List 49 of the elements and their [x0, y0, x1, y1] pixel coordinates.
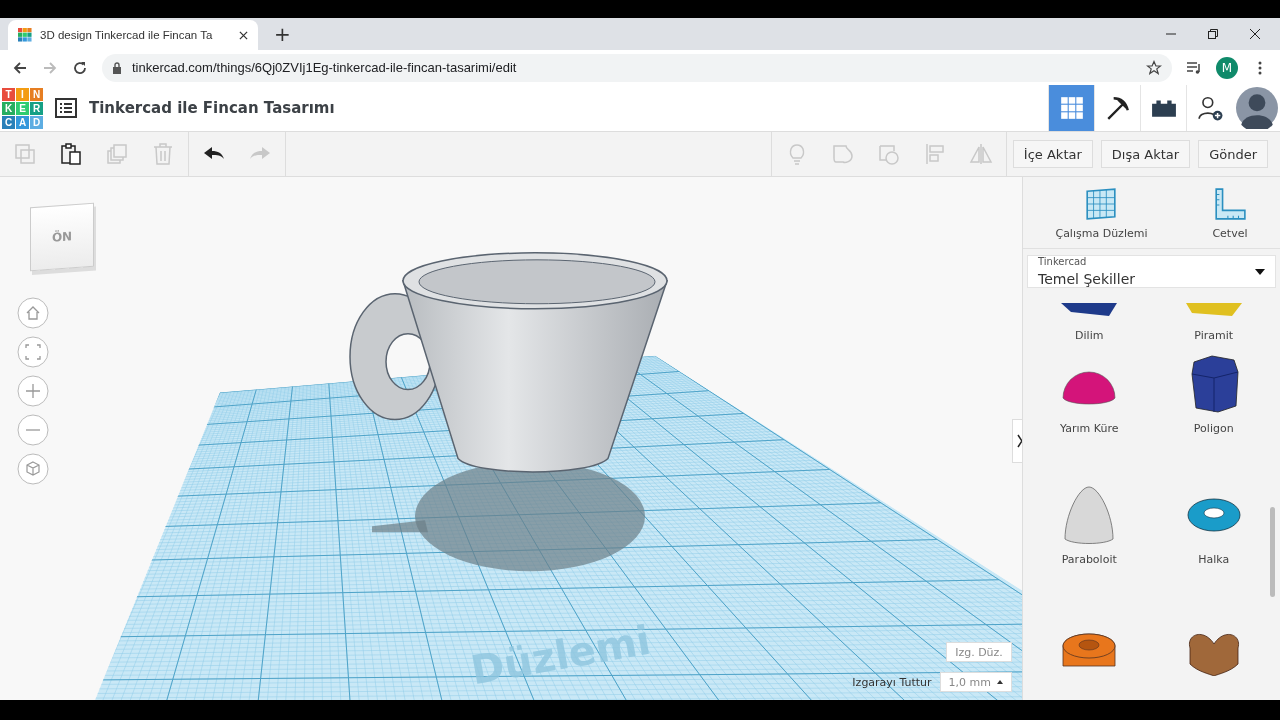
caret-up-icon — [997, 680, 1003, 684]
tinkercad-favicon-icon — [18, 28, 32, 42]
profile-avatar[interactable]: M — [1216, 56, 1238, 79]
edit-grid-button[interactable]: Izg. Düz. — [946, 642, 1012, 662]
back-arrow-icon[interactable] — [12, 59, 28, 76]
star-icon[interactable] — [1146, 59, 1162, 76]
new-tab-button[interactable]: + — [274, 22, 291, 46]
playlist-icon[interactable] — [1186, 59, 1202, 76]
paste-icon — [59, 142, 83, 166]
mirror-icon — [968, 142, 993, 166]
close-icon[interactable] — [1250, 29, 1260, 39]
ruler-icon — [1212, 187, 1247, 221]
browser-tab[interactable]: 3D design Tinkercad ile Fincan Ta — [8, 20, 258, 50]
shape-item[interactable]: Poligon — [1155, 342, 1272, 473]
group-icon — [830, 142, 855, 166]
user-avatar[interactable] — [1236, 87, 1278, 129]
close-icon[interactable] — [239, 30, 248, 40]
ruler-tool[interactable]: Cetvel — [1212, 187, 1248, 240]
toolbar-button[interactable]: İçe Aktar — [1012, 140, 1093, 168]
tinkercad-logo[interactable]: T I N K E R C A D — [2, 87, 43, 129]
design-list-icon[interactable] — [55, 98, 77, 118]
home-icon[interactable] — [17, 297, 49, 329]
chevron-right-icon — [1016, 433, 1022, 449]
restore-icon[interactable] — [1208, 29, 1218, 39]
toolbar-button[interactable]: Dışa Aktar — [1100, 140, 1191, 168]
shape-item[interactable]: Paraboloit — [1031, 473, 1148, 604]
caret-down-icon — [1255, 268, 1265, 275]
grid-icon — [1058, 95, 1085, 121]
lock-icon — [112, 61, 122, 74]
delete-icon — [151, 142, 175, 166]
design-title[interactable]: Tinkercad ile Fincan Tasarımı — [89, 99, 335, 117]
workplane-tool[interactable]: Çalışma Düzlemi — [1055, 187, 1148, 240]
fit-view-icon[interactable] — [17, 336, 49, 368]
ungroup-icon — [876, 142, 901, 166]
shape-item[interactable]: Yarım Küre — [1031, 342, 1148, 473]
reload-icon[interactable] — [72, 59, 88, 76]
toolbar-button[interactable]: Gönder — [1198, 140, 1268, 168]
add-user-icon — [1196, 95, 1223, 121]
zoom-in-icon[interactable] — [17, 375, 49, 407]
shape-library-dropdown[interactable]: Tinkercad Temel Şekiller — [1027, 255, 1276, 288]
snap-grid-label: Izgarayı Tuttur — [852, 675, 932, 689]
perspective-cube-icon[interactable] — [17, 453, 49, 485]
grid-plane-icon — [1084, 187, 1119, 221]
snap-grid-select[interactable]: 1,0 mm — [939, 672, 1012, 692]
duplicate-icon — [105, 142, 129, 166]
tab-title: 3D design Tinkercad ile Fincan Ta — [40, 29, 214, 41]
copy-icon — [13, 142, 37, 166]
address-field[interactable]: tinkercad.com/things/6Qj0ZVIj1Eg-tinkercad-ile-fincan-tasarimi/edit — [102, 53, 1172, 82]
shape-item[interactable]: Halka — [1155, 473, 1272, 604]
